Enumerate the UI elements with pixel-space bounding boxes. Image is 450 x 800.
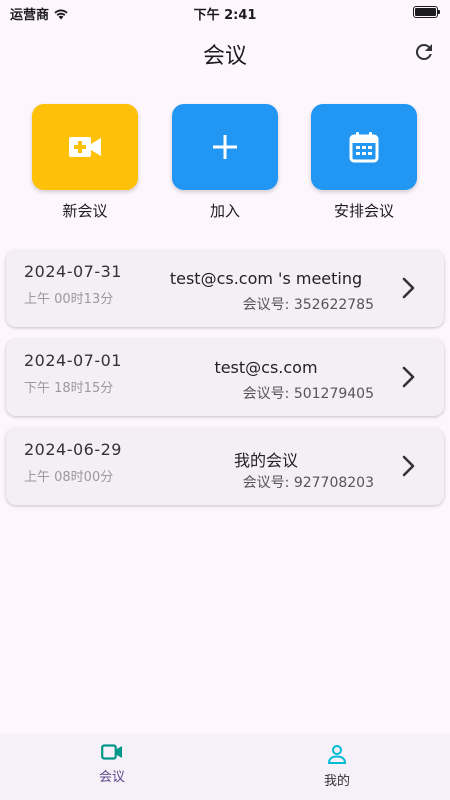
- schedule-meeting-tile[interactable]: [311, 104, 417, 190]
- meeting-list: 2024-07-31 上午 00时13分 test@cs.com 's meet…: [6, 250, 444, 517]
- plus-icon: [213, 135, 237, 159]
- bottom-nav: 会议 我的: [0, 734, 450, 800]
- chevron-right-icon: [402, 455, 415, 477]
- schedule-meeting-button[interactable]: 安排会议: [309, 104, 419, 221]
- meeting-time: 下午 18时15分: [24, 381, 114, 396]
- battery-icon: [413, 6, 440, 18]
- join-meeting-button[interactable]: 加入: [170, 104, 280, 221]
- nav-label-profile: 我的: [323, 774, 350, 789]
- new-meeting-button[interactable]: 新会议: [30, 104, 140, 221]
- new-meeting-tile[interactable]: [32, 104, 138, 190]
- app-bar: 会议: [0, 30, 450, 76]
- meeting-time: 上午 00时13分: [24, 292, 114, 307]
- new-meeting-label: 新会议: [62, 202, 108, 220]
- quick-actions: 新会议 加入 安排会议: [0, 104, 450, 234]
- meeting-date: 2024-07-01: [24, 351, 122, 370]
- chevron-right-icon: [402, 366, 415, 388]
- video-icon: [101, 744, 122, 760]
- refresh-icon: [415, 43, 432, 60]
- calendar-icon: [349, 132, 379, 163]
- join-meeting-label: 加入: [209, 202, 240, 220]
- nav-label-meetings: 会议: [98, 770, 125, 785]
- meeting-card[interactable]: 2024-07-01 下午 18时15分 test@cs.com 会议号: 50…: [6, 339, 444, 416]
- meeting-card[interactable]: 2024-06-29 上午 08时00分 我的会议 会议号: 927708203: [6, 428, 444, 505]
- meeting-date: 2024-06-29: [24, 440, 122, 459]
- meeting-topic: test@cs.com: [214, 358, 318, 377]
- status-time: 下午 2:41: [193, 8, 257, 23]
- battery-fill: [415, 8, 436, 16]
- meeting-number: 会议号: 352622785: [242, 297, 374, 313]
- meeting-time: 上午 08时00分: [24, 470, 114, 485]
- join-meeting-tile[interactable]: [172, 104, 278, 190]
- chevron-right-icon: [402, 277, 415, 299]
- person-icon: [327, 745, 347, 764]
- meeting-topic: test@cs.com 's meeting: [169, 269, 363, 288]
- schedule-meeting-label: 安排会议: [333, 202, 394, 220]
- meeting-number: 会议号: 501279405: [242, 386, 374, 402]
- meeting-date: 2024-07-31: [24, 262, 122, 281]
- nav-item-profile[interactable]: 我的: [292, 744, 382, 789]
- meeting-topic: 我的会议: [233, 451, 298, 470]
- status-bar: 运营商 下午 2:41: [0, 0, 450, 26]
- video-add-icon: [69, 137, 101, 157]
- meeting-card[interactable]: 2024-07-31 上午 00时13分 test@cs.com 's meet…: [6, 250, 444, 327]
- page-title: 会议: [202, 44, 247, 69]
- refresh-button[interactable]: [412, 40, 436, 64]
- meeting-number: 会议号: 927708203: [242, 475, 374, 491]
- nav-item-meetings[interactable]: 会议: [67, 744, 157, 785]
